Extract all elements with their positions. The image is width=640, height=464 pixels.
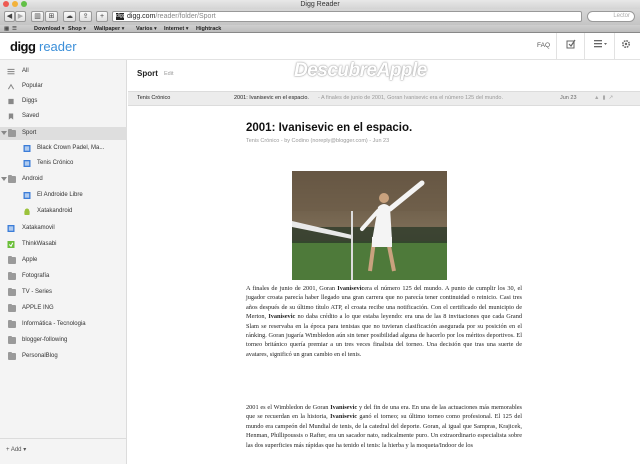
edit-link[interactable]: Edit: [164, 71, 173, 77]
faq-link[interactable]: FAQ: [537, 42, 550, 49]
share-button[interactable]: ⇪: [79, 11, 92, 22]
digg-icon: [8, 98, 14, 105]
main-content: Sport Edit DescubreApple Tenis Crónico 2…: [128, 60, 640, 464]
feed-icon: [23, 160, 31, 167]
sidebar-item-android[interactable]: Android: [0, 173, 127, 186]
chevron-down-icon: ▾: [21, 447, 27, 453]
header-divider: [556, 33, 557, 60]
zoom-window-icon[interactable]: [21, 1, 27, 7]
article-title[interactable]: 2001: Ivanisevic en el espacio.: [246, 122, 412, 134]
folder-icon: [8, 272, 16, 280]
share-icon[interactable]: ↗: [608, 95, 616, 101]
all-icon: [7, 68, 15, 75]
forward-button[interactable]: ▶: [15, 11, 26, 22]
topsites-button[interactable]: ⊞: [45, 11, 58, 22]
add-button[interactable]: + Add ▾: [6, 446, 26, 453]
row-date: Jun 23: [560, 95, 577, 101]
bookmarks-bar: ▦ ☰ Download ▾ Shop ▾ Wallpaper ▾ Varios…: [0, 25, 640, 33]
folder-icon: [8, 256, 16, 264]
sidebar-item-diggs[interactable]: Diggs: [0, 95, 127, 108]
bookmark-shop[interactable]: Shop ▾: [68, 25, 86, 33]
back-button[interactable]: ◀: [4, 11, 15, 22]
new-tab-button[interactable]: +: [96, 11, 108, 22]
folder-icon: [8, 288, 16, 296]
folder-icon: [8, 336, 16, 344]
cloud-tabs-button[interactable]: ☁: [63, 11, 76, 22]
sidebar-item-black-crown-padel[interactable]: Black Crown Padel, Ma...: [0, 142, 127, 155]
bookmark-hightrack[interactable]: Hightrack: [196, 25, 221, 33]
popular-icon: [7, 83, 15, 90]
address-bar[interactable]: digg digg.com/reader/folder/Sport: [112, 11, 582, 22]
feed-icon: [23, 145, 31, 152]
list-menu-icon[interactable]: [593, 39, 609, 51]
sidebar-item-personalblog[interactable]: PersonalBlog: [0, 350, 127, 363]
app-header: digg reader FAQ: [0, 33, 640, 60]
article-photo: [292, 171, 447, 280]
reading-list-icon[interactable]: ☰: [12, 25, 17, 33]
folder-icon: [8, 175, 16, 183]
sidebar-divider: [0, 438, 127, 439]
row-source: Tenis Crónico: [137, 95, 171, 101]
minimize-window-icon[interactable]: [12, 1, 18, 7]
checkmark-icon[interactable]: [565, 39, 577, 51]
window-titlebar: Digg Reader: [0, 0, 640, 9]
bookmark-varios[interactable]: Varios ▾: [136, 25, 157, 33]
article-meta: Tenis Crónico - by Codino (noreply@blogg…: [246, 138, 390, 144]
bookmark-download[interactable]: Download ▾: [34, 25, 65, 33]
sidebar: All Popular Diggs Saved Sport Black Crow…: [0, 60, 127, 464]
sidebar-item-tenis-cronico[interactable]: Tenis Crónico: [0, 157, 127, 170]
chevron-down-icon[interactable]: [1, 131, 7, 135]
sidebar-item-thinkwasabi[interactable]: ThinkWasabi: [0, 238, 127, 251]
url-host: digg.com: [127, 13, 156, 20]
sidebar-item-popular[interactable]: Popular: [0, 80, 127, 93]
row-title: 2001: Ivanisevic en el espacio.: [234, 95, 309, 101]
gear-icon[interactable]: [620, 39, 632, 51]
window-controls[interactable]: [3, 1, 27, 7]
browser-search-input[interactable]: Lector: [587, 11, 635, 22]
close-window-icon[interactable]: [3, 1, 9, 7]
article-paragraph-2: 2001 es el Wimbledon de Goran Ivanisevic…: [246, 404, 522, 449]
sidebar-item-sport[interactable]: Sport: [0, 127, 127, 140]
article-paragraph-1: A finales de junio de 2001, Goran Ivanis…: [246, 285, 523, 358]
article-list-row[interactable]: Tenis Crónico 2001: Ivanisevic en el esp…: [128, 91, 640, 106]
header-divider: [614, 33, 615, 60]
bookmarks-button[interactable]: ▥: [31, 11, 44, 22]
sidebar-item-el-androide-libre[interactable]: El Androide Libre: [0, 189, 127, 202]
row-actions: ▲▮↗: [594, 92, 616, 105]
sidebar-item-saved[interactable]: Saved: [0, 110, 127, 123]
digg-favicon-icon: digg: [116, 13, 126, 20]
feed-icon: [23, 192, 31, 199]
bookmark-internet[interactable]: Internet ▾: [164, 25, 188, 33]
url-path: /reader/folder/Sport: [155, 13, 216, 20]
sidebar-item-apple[interactable]: Apple: [0, 254, 127, 267]
saved-icon: [8, 113, 14, 120]
sidebar-item-fotografia[interactable]: Fotografía: [0, 270, 127, 283]
sidebar-item-xatakamovil[interactable]: Xatakamovil: [0, 222, 127, 235]
android-icon: [24, 208, 30, 215]
folder-icon: [8, 320, 16, 328]
feed-icon: [7, 241, 15, 248]
folder-icon: [8, 304, 16, 312]
folder-icon: [8, 129, 16, 137]
chevron-down-icon[interactable]: [1, 177, 7, 181]
row-snippet: - A finales de junio de 2001, Goran Ivan…: [318, 95, 503, 101]
watermark: DescubreApple: [294, 60, 427, 81]
browser-toolbar: ◀ ▶ ▥ ⊞ ☁ ⇪ + digg digg.com/reader/folde…: [0, 9, 640, 25]
bookmark-wallpaper[interactable]: Wallpaper ▾: [94, 25, 124, 33]
folder-icon: [8, 352, 16, 360]
section-title: Sport: [137, 69, 158, 78]
sidebar-item-tv-series[interactable]: TV - Series: [0, 286, 127, 299]
sidebar-item-blogger-following[interactable]: blogger-following: [0, 334, 127, 347]
feed-icon: [7, 225, 15, 232]
sidebar-item-all[interactable]: All: [0, 65, 127, 78]
logo-reader[interactable]: reader: [39, 39, 77, 54]
sidebar-item-xatakandroid[interactable]: Xatakandroid: [0, 205, 127, 218]
logo-digg[interactable]: digg: [10, 39, 36, 54]
sidebar-item-apple-ing[interactable]: APPLE ING: [0, 302, 127, 315]
header-divider: [584, 33, 585, 60]
window-title: Digg Reader: [300, 1, 340, 8]
sidebar-item-informatica[interactable]: Informática - Tecnologia: [0, 318, 127, 331]
bookmarks-grid-icon[interactable]: ▦: [4, 25, 9, 33]
